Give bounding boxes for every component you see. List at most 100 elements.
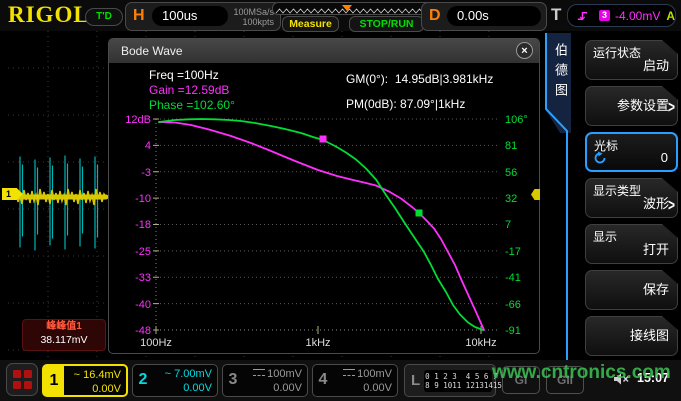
logic-analyzer-box[interactable]: L 0 1 2 3 4 5 6 78 9 1011 12131415: [404, 364, 496, 397]
channel-2-number: 2: [133, 365, 153, 396]
memory-depth-value: 100kpts: [242, 17, 274, 27]
close-icon[interactable]: ×: [516, 42, 533, 59]
channel-1-offset: 0.00V: [92, 383, 121, 395]
horizontal-label: H: [133, 7, 145, 25]
svg-text:32: 32: [505, 193, 517, 205]
trigger-slope-icon: [576, 9, 589, 22]
trigger-box[interactable]: T 3 -4.00mV A: [549, 2, 678, 29]
menu-item-label: 运行状态: [593, 44, 641, 61]
svg-text:100Hz: 100Hz: [140, 337, 172, 349]
rigol-logo: RIGOL: [8, 2, 90, 28]
channel-3-box[interactable]: 3 100mV 0.00V: [222, 364, 308, 397]
channel-1-number: 1: [44, 366, 64, 395]
bode-plot: 12dB 4 -3 -10 -18 -25 -33 -40 -48 106° 8…: [109, 109, 539, 353]
svg-text:-66: -66: [505, 299, 521, 311]
menu-item-value: 接线图: [630, 325, 669, 344]
menu-item-label: 显示: [593, 228, 617, 245]
menu-item-value: 启动: [643, 55, 669, 74]
cursor-gain-readout: Gain =12.59dB: [149, 83, 229, 97]
la-digits-row2: 8 9 1011 12131415: [425, 381, 502, 390]
menu-item-wiring-diagram[interactable]: 接线图: [585, 316, 678, 356]
menu-item-save[interactable]: 保存: [585, 270, 678, 310]
measure-button[interactable]: Measure: [282, 16, 339, 32]
bode-window-titlebar[interactable]: Bode Wave: [109, 39, 539, 63]
channel-status-bar: 1 ~ 16.4mV0.00V 2 ~ 7.00mV0.00V 3 100mV0…: [0, 360, 681, 401]
delay-label: D: [429, 7, 441, 25]
svg-text:81: 81: [505, 140, 517, 152]
channel-4-scale: 100mV: [357, 368, 392, 380]
oscilloscope-screen: RIGOL T'D H 100us 100MSa/s100kpts Measur…: [0, 0, 681, 401]
ac-coupling-icon: ~: [74, 369, 80, 381]
measurement-name: 峰峰值1: [23, 320, 105, 334]
stop-run-button[interactable]: STOP/RUN: [349, 16, 424, 32]
svg-text:-33: -33: [135, 272, 151, 284]
measurement-value: 38.117mV: [23, 334, 105, 347]
delay-value: 0.00s: [447, 6, 541, 26]
chevron-right-icon: >: [668, 195, 675, 215]
channel-2-box[interactable]: 2 ~ 7.00mV0.00V: [132, 364, 218, 397]
measurement-result-box: 峰峰值1 38.117mV: [22, 319, 106, 351]
trigger-coupling: A: [666, 9, 675, 23]
gen1-button[interactable]: GI: [502, 366, 540, 394]
channel-4-offset: 0.00V: [363, 382, 392, 394]
svg-text:-91: -91: [505, 325, 521, 337]
svg-text:106°: 106°: [505, 114, 528, 126]
channel-1-box[interactable]: 1 ~ 16.4mV 0.00V: [42, 364, 128, 397]
freq-axis-labels: 100Hz 1kHz 10kHz: [140, 337, 496, 349]
bode-window-title: Bode Wave: [121, 44, 183, 58]
ac-coupling-icon: ~: [165, 368, 171, 380]
phase-margin-marker: [320, 136, 327, 143]
horizontal-timebase-box[interactable]: H 100us 100MSa/s100kpts: [125, 2, 281, 31]
top-status-bar: RIGOL T'D H 100us 100MSa/s100kpts Measur…: [0, 0, 681, 31]
gain-curve: [159, 122, 484, 330]
clock-time: 15:07: [637, 371, 669, 385]
svg-text:12dB: 12dB: [125, 114, 151, 126]
channel-3-scale: 100mV: [267, 368, 302, 380]
waveform-overview-bar[interactable]: [272, 2, 436, 15]
trigger-label: T: [551, 5, 561, 25]
timebase-value: 100us: [152, 6, 228, 26]
channel-1-scale: 16.4mV: [83, 369, 121, 381]
gm-value: 14.95dB|3.981kHz: [395, 72, 494, 86]
menu-item-label: 显示类型: [593, 182, 641, 199]
ch1-waveform: [14, 156, 106, 250]
svg-text:-3: -3: [141, 167, 151, 179]
knob-rotate-icon: [593, 151, 607, 165]
menu-item-value: 打开: [643, 239, 669, 258]
trigger-status-badge: T'D: [85, 8, 123, 26]
menu-item-run-state[interactable]: 运行状态 启动: [585, 40, 678, 80]
channel-3-offset: 0.00V: [273, 382, 302, 394]
svg-text:-40: -40: [135, 299, 151, 311]
trigger-level-value: -4.00mV: [615, 9, 660, 23]
svg-text:-10: -10: [135, 193, 151, 205]
menu-item-display[interactable]: 显示 打开: [585, 224, 678, 264]
svg-text:-18: -18: [135, 219, 151, 231]
overview-zigzag: [273, 5, 435, 16]
menu-item-param-setup[interactable]: 参数设置 >: [585, 86, 678, 126]
gen2-button[interactable]: GII: [546, 366, 584, 394]
plot-gridlines: [156, 119, 498, 304]
channel-2-scale: 7.00mV: [174, 368, 212, 380]
svg-text:56: 56: [505, 167, 517, 179]
gain-margin-readout: GM(0°): 14.95dB|3.981kHz: [346, 72, 493, 86]
trigger-source-badge: 3: [599, 10, 610, 21]
delay-box[interactable]: D 0.00s: [421, 2, 547, 31]
cursor-freq-readout: Freq =100Hz: [149, 68, 219, 82]
menu-item-value: 波形: [643, 193, 669, 212]
dc-coupling-icon: [253, 369, 265, 376]
gm-label: GM(0°):: [346, 72, 388, 86]
menu-item-cursor[interactable]: 光标 0: [585, 132, 678, 172]
menu-grid-button[interactable]: [6, 363, 38, 396]
svg-text:-17: -17: [505, 246, 521, 258]
svg-text:-41: -41: [505, 272, 521, 284]
gain-axis-labels: 12dB 4 -3 -10 -18 -25 -33 -40 -48: [125, 114, 151, 337]
phase-axis-labels: 106° 81 56 32 7 -17 -41 -66 -91: [505, 114, 528, 337]
channel-4-box[interactable]: 4 100mV0.00V: [312, 364, 398, 397]
dc-coupling-icon: [343, 369, 355, 376]
menu-item-display-type[interactable]: 显示类型 波形 >: [585, 178, 678, 218]
bode-menu-sidebar: 伯德图 运行状态 启动 参数设置 > 光标 0 显示类型 波形 > 显示: [540, 31, 681, 360]
chevron-right-icon: >: [668, 97, 675, 117]
channel-3-number: 3: [223, 365, 243, 396]
sample-rate: 100MSa/s100kpts: [233, 7, 274, 27]
svg-text:-48: -48: [135, 325, 151, 337]
